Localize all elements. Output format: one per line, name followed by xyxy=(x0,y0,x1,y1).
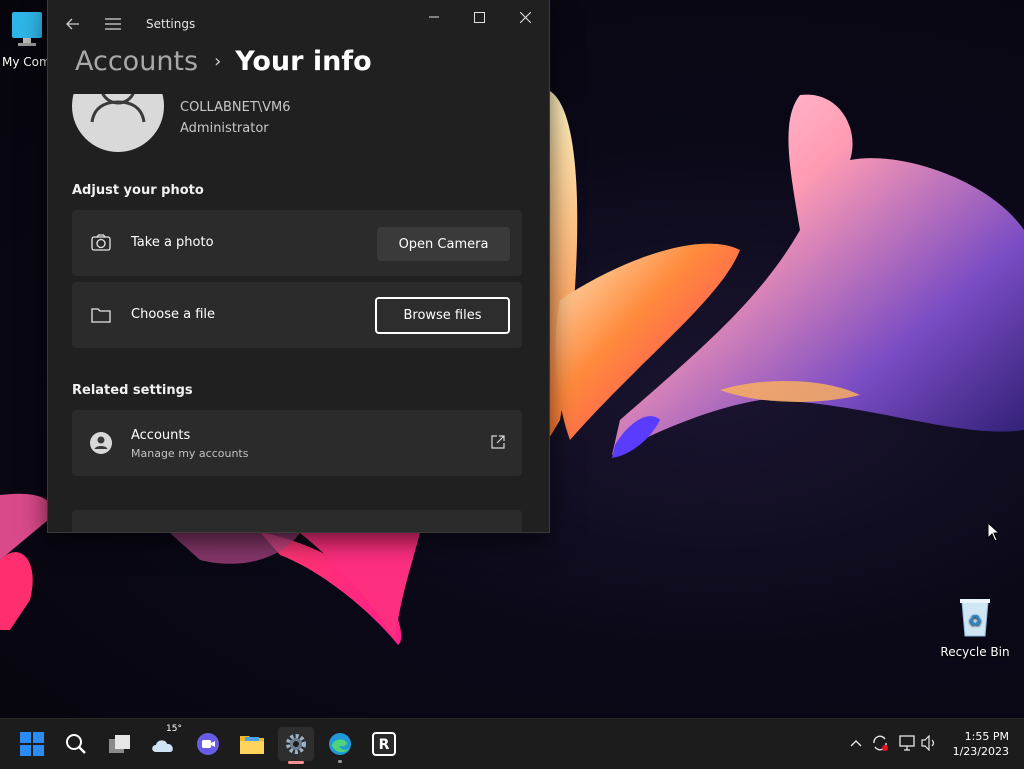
clock-time: 1:55 PM xyxy=(964,730,1009,743)
settings-gear-icon xyxy=(286,734,306,754)
task-view-icon xyxy=(109,735,130,753)
show-hidden-icons-button[interactable] xyxy=(846,731,866,755)
search-icon xyxy=(66,734,86,754)
open-camera-button[interactable]: Open Camera xyxy=(377,227,510,261)
speaker-icon xyxy=(921,735,935,751)
sync-icon xyxy=(873,735,888,751)
weather-temperature: 15° xyxy=(166,724,182,734)
desktop-icon-recycle-bin[interactable]: ♻ Recycle Bin xyxy=(940,596,1010,659)
next-card-partial xyxy=(72,510,522,532)
settings-window: Settings Accounts › Your info COLLABNET\… xyxy=(47,0,550,533)
take-photo-label: Take a photo xyxy=(131,235,214,250)
breadcrumb: Accounts › Your info xyxy=(75,46,372,77)
meet-button[interactable] xyxy=(190,727,226,761)
camera-icon xyxy=(90,232,112,254)
related-accounts-title: Accounts xyxy=(131,428,191,443)
desktop-icon-label: Recycle Bin xyxy=(940,645,1010,659)
browse-files-button[interactable]: Browse files xyxy=(375,297,510,334)
app-title: Settings xyxy=(146,17,196,31)
navigation-menu-button[interactable] xyxy=(98,8,128,40)
title-bar[interactable]: Settings xyxy=(48,0,549,48)
windows-start-icon xyxy=(20,732,44,756)
clock-date: 1/23/2023 xyxy=(952,745,1009,758)
mouse-cursor-icon xyxy=(987,522,1001,542)
page-title: Your info xyxy=(235,46,372,77)
taskbar-clock[interactable]: 1:55 PM 1/23/2023 xyxy=(953,729,1009,759)
app-r-button[interactable]: R xyxy=(366,727,402,761)
chevron-up-icon xyxy=(850,740,862,747)
taskbar: 15° R 1:55 PM 1/23/2023 xyxy=(0,718,1024,769)
breadcrumb-chevron-icon: › xyxy=(214,51,222,72)
related-settings-heading: Related settings xyxy=(72,383,193,398)
active-app-indicator xyxy=(288,761,304,764)
file-explorer-button[interactable] xyxy=(234,727,270,761)
network-button[interactable] xyxy=(898,731,918,755)
volume-button[interactable] xyxy=(920,731,940,755)
settings-taskbar-button[interactable] xyxy=(278,727,314,764)
task-view-button[interactable] xyxy=(102,727,138,761)
weather-widget-button[interactable]: 15° xyxy=(146,724,182,761)
weather-cloud-icon xyxy=(152,740,173,752)
choose-file-card: Choose a file Browse files xyxy=(72,282,522,348)
svg-text:♻: ♻ xyxy=(968,611,982,630)
choose-file-label: Choose a file xyxy=(131,307,216,322)
user-domain: COLLABNET\VM6 xyxy=(180,100,291,115)
taskbar-search-button[interactable] xyxy=(58,727,94,761)
edge-button[interactable] xyxy=(322,727,358,763)
hamburger-icon xyxy=(105,18,121,30)
adjust-photo-heading: Adjust your photo xyxy=(72,183,204,198)
take-photo-card: Take a photo Open Camera xyxy=(72,210,522,276)
edge-browser-icon xyxy=(329,733,351,755)
recycle-bin-icon: ♻ xyxy=(940,596,1010,641)
running-app-indicator xyxy=(338,760,342,763)
sync-status-button[interactable] xyxy=(870,731,890,755)
maximize-icon xyxy=(473,11,485,23)
network-monitor-icon xyxy=(899,735,915,751)
video-chat-icon xyxy=(197,733,219,755)
minimize-button[interactable] xyxy=(411,0,457,34)
person-circle-icon xyxy=(90,432,112,454)
user-role: Administrator xyxy=(180,121,269,136)
minimize-icon xyxy=(429,16,439,18)
maximize-button[interactable] xyxy=(456,0,502,34)
open-external-icon xyxy=(490,434,506,450)
back-button[interactable] xyxy=(58,8,88,40)
start-button[interactable] xyxy=(14,727,50,761)
app-r-icon: R xyxy=(372,732,396,756)
related-accounts-card[interactable]: Accounts Manage my accounts xyxy=(72,410,522,476)
related-accounts-subtitle: Manage my accounts xyxy=(131,447,249,460)
close-button[interactable] xyxy=(502,0,548,34)
file-explorer-icon xyxy=(240,736,264,754)
svg-text:R: R xyxy=(379,737,390,753)
close-icon xyxy=(519,11,531,23)
folder-icon xyxy=(90,304,112,326)
back-arrow-icon xyxy=(66,18,79,30)
breadcrumb-parent-accounts[interactable]: Accounts xyxy=(75,46,198,77)
